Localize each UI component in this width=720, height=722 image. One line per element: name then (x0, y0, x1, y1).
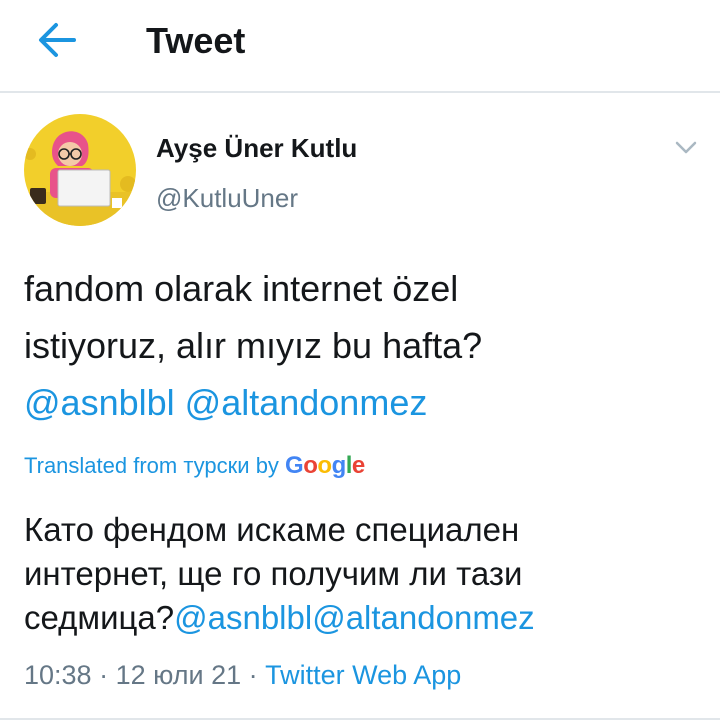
translated-label: Translated from турски by (24, 453, 286, 478)
mention-link[interactable]: @altandonmez (312, 599, 534, 636)
translated-from-link[interactable]: Translated from турски by Google (24, 452, 365, 480)
more-options-button[interactable] (672, 135, 700, 159)
translation-line: Като фендом искаме специален (24, 511, 520, 548)
tweet-mentions: @asnblbl @altandonmez (24, 374, 694, 431)
meta-separator: · (91, 660, 116, 690)
author-handle[interactable]: @KutluUner (156, 183, 298, 214)
mention-link[interactable]: @asnblbl (24, 382, 175, 423)
bottom-divider (0, 718, 720, 720)
tweet-line: fandom olarak internet özel (24, 268, 459, 309)
mention-link[interactable]: @asnblbl (174, 599, 312, 636)
tweet-meta: 10:38 · 12 юли 21 · Twitter Web App (24, 660, 461, 691)
page-title: Tweet (146, 20, 246, 61)
meta-separator: · (241, 660, 266, 690)
tweet-text: fandom olarak internet özel istiyoruz, a… (24, 260, 694, 431)
chevron-down-icon (675, 141, 697, 154)
avatar-illustration (24, 114, 136, 226)
google-logo: Google (285, 452, 365, 479)
header-divider (0, 91, 720, 93)
translation-line: интернет, ще го получим ли тази (24, 555, 523, 592)
author-name[interactable]: Ayşe Üner Kutlu (156, 133, 357, 164)
translation-line-text: седмица? (24, 599, 175, 636)
tweet-line: istiyoruz, alır mıyız bu hafta? (24, 325, 483, 366)
translated-text: Като фендом искаме специален интернет, щ… (24, 508, 694, 640)
tweet-date: 12 юли 21 (115, 660, 242, 690)
back-button[interactable] (34, 20, 80, 60)
avatar[interactable] (24, 114, 136, 226)
translation-line: седмица?@asnblbl@altandonmez (24, 596, 694, 640)
top-bar: Tweet (0, 0, 720, 90)
source-link[interactable]: Twitter Web App (265, 660, 461, 690)
mention-link[interactable]: @altandonmez (185, 382, 428, 423)
arrow-left-icon (39, 23, 76, 57)
tweet-time: 10:38 (24, 660, 92, 690)
